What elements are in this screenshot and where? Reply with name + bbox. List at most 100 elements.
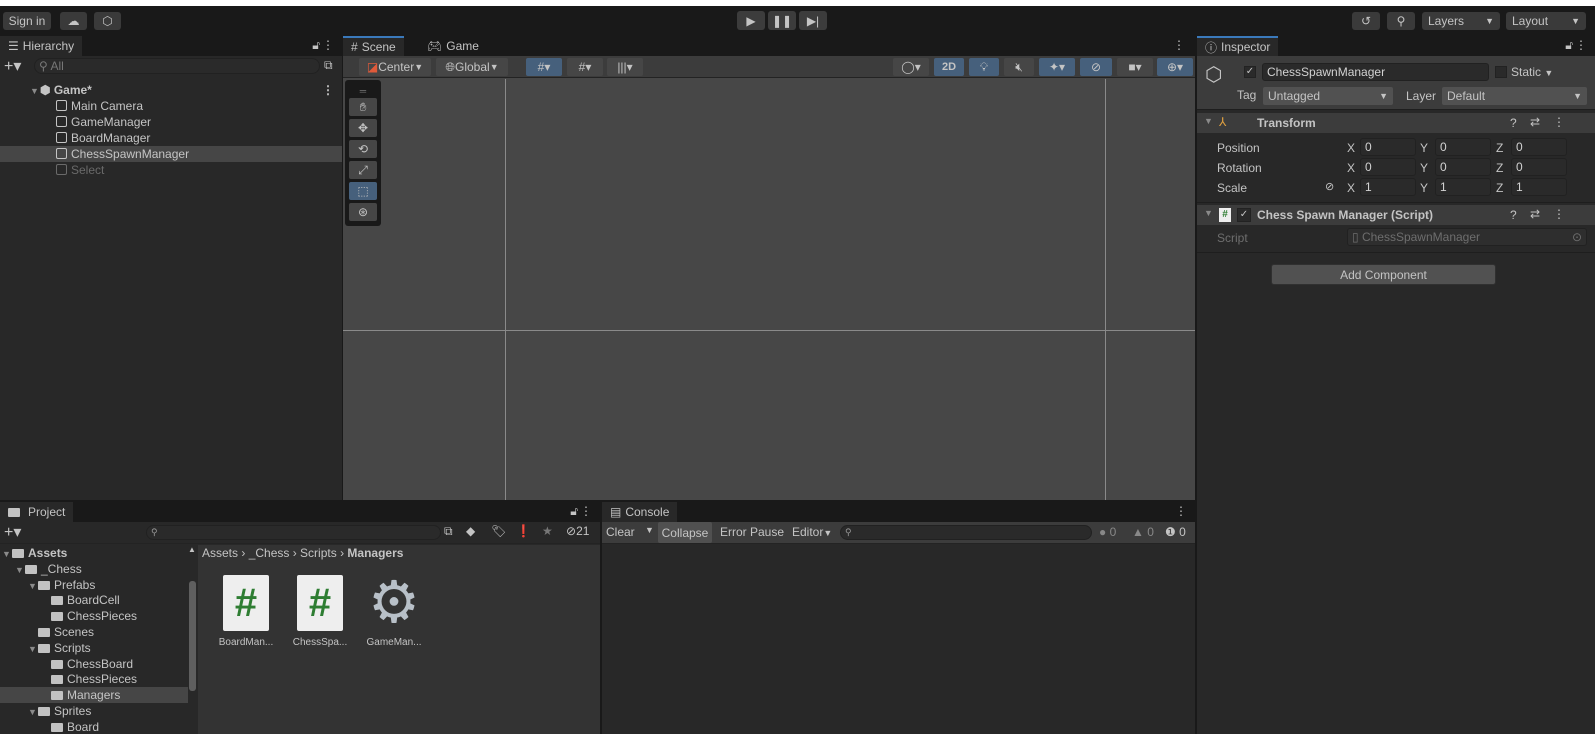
space-dropdown[interactable]: 🌐︎ Global ▼ <box>436 58 508 76</box>
visibility-icon[interactable]: ⊘ <box>1080 58 1112 76</box>
position-y-input[interactable]: 0 <box>1435 138 1491 156</box>
add-icon[interactable]: +▾ <box>4 522 21 542</box>
error-pause-toggle[interactable]: Error Pause <box>720 525 784 539</box>
rect-tool-icon[interactable]: ⬚ <box>349 182 377 200</box>
more-icon[interactable]: ⋮ <box>1553 207 1565 221</box>
asset-item[interactable]: # ChessSpa... <box>288 575 352 648</box>
filter-log-icon[interactable]: ❗ <box>516 524 531 538</box>
preset-icon[interactable]: ⇄ <box>1530 207 1540 221</box>
collab-icon[interactable]: ⬡ <box>94 12 121 30</box>
hierarchy-item[interactable]: GameManager <box>0 114 342 130</box>
add-component-button[interactable]: Add Component <box>1271 264 1496 285</box>
more-icon[interactable]: ⋮ <box>1553 115 1565 129</box>
tag-dropdown[interactable]: Untagged ▼ <box>1263 87 1393 105</box>
lock-icon[interactable]: 🔓︎ <box>312 38 320 53</box>
tab-console[interactable]: ▤ Console <box>602 502 678 522</box>
project-tree-item[interactable]: Board <box>0 719 198 734</box>
script-object-field[interactable]: ▯ ChessSpawnManager ⊙ <box>1347 228 1587 246</box>
filter-type-icon[interactable]: ◆ <box>466 524 475 538</box>
gizmos-icon[interactable]: ⊕▾ <box>1157 58 1193 76</box>
breadcrumb-item[interactable]: Scripts <box>300 546 337 560</box>
layer-dropdown[interactable]: Default ▼ <box>1442 87 1587 105</box>
script-component-header[interactable]: ▼ # ✓ Chess Spawn Manager (Script) ? ⇄ ⋮ <box>1197 205 1595 225</box>
scale-y-input[interactable]: 1 <box>1435 178 1491 196</box>
help-icon[interactable]: ? <box>1510 116 1517 130</box>
more-icon[interactable]: ⋮ <box>1175 504 1187 518</box>
project-tree-item[interactable]: ChessPieces <box>0 608 198 624</box>
project-tree-item[interactable]: ▼ _Chess <box>0 561 198 577</box>
rotation-x-input[interactable]: 0 <box>1360 158 1416 176</box>
expand-arrow-icon[interactable]: ▼ <box>28 578 38 594</box>
collapse-toggle[interactable]: Collapse <box>658 522 712 543</box>
project-tree-item[interactable]: ▼ Scripts <box>0 640 198 656</box>
filter-label-icon[interactable]: 🏷︎ <box>491 524 506 538</box>
asset-item[interactable]: # BoardMan... <box>214 575 278 648</box>
clear-button[interactable]: Clear <box>606 525 635 539</box>
lighting-icon[interactable]: 💡︎ <box>969 58 999 76</box>
cloud-icon[interactable]: ☁ <box>60 12 87 30</box>
project-tree-item[interactable]: Scenes <box>0 624 198 640</box>
expand-icon[interactable]: ⧉ <box>444 524 453 539</box>
hierarchy-item[interactable]: Main Camera <box>0 98 342 114</box>
rotation-y-input[interactable]: 0 <box>1435 158 1491 176</box>
step-icon[interactable]: ▶| <box>799 11 827 30</box>
grid-snap-button[interactable]: #▾ <box>526 58 562 76</box>
transform-header[interactable]: ▼ ⅄ Transform ? ⇄ ⋮ <box>1197 113 1595 133</box>
project-tree-item[interactable]: ▼ Assets <box>0 545 198 561</box>
hierarchy-item-selected[interactable]: ChessSpawnManager <box>0 146 342 162</box>
tab-game[interactable]: 🎮︎ Game <box>419 36 487 56</box>
project-tree-item[interactable]: ChessPieces <box>0 671 198 687</box>
clear-options-dropdown[interactable]: ▼ <box>645 525 654 535</box>
expand-arrow-icon[interactable]: ▼ <box>2 546 12 562</box>
camera-icon[interactable]: ■▾ <box>1117 58 1153 76</box>
tab-inspector[interactable]: ⓘ Inspector <box>1197 36 1279 56</box>
scale-z-input[interactable]: 1 <box>1511 178 1567 196</box>
rotation-z-input[interactable]: 0 <box>1511 158 1567 176</box>
help-icon[interactable]: ? <box>1510 208 1517 222</box>
tab-scene[interactable]: # Scene <box>343 36 404 56</box>
breadcrumb-item[interactable]: Assets <box>202 546 238 560</box>
project-search-input[interactable]: ⚲ <box>146 525 441 540</box>
tab-project[interactable]: Project <box>0 502 74 522</box>
move-tool-icon[interactable]: ✥ <box>349 119 377 137</box>
hierarchy-search-input[interactable]: ⚲ All <box>34 58 320 74</box>
console-search-input[interactable]: ⚲ <box>840 525 1092 540</box>
error-count-toggle[interactable]: ❶ 0 <box>1165 525 1186 539</box>
expand-icon[interactable]: ⧉ <box>324 58 333 73</box>
increment-snap-button[interactable]: #▾ <box>567 58 603 76</box>
more-icon[interactable]: ⋮ <box>580 504 592 518</box>
sign-in-button[interactable]: Sign in <box>3 12 51 30</box>
hidden-packages-button[interactable]: ⊘21 <box>566 524 589 538</box>
static-checkbox[interactable] <box>1495 66 1507 78</box>
project-tree-item[interactable]: BoardCell <box>0 592 198 608</box>
more-icon[interactable]: ⋮ <box>1575 38 1587 52</box>
draw-mode-button[interactable]: ◯▾ <box>893 58 929 76</box>
transform-tool-icon[interactable]: ⊛ <box>349 203 377 221</box>
project-tree-item[interactable]: ChessBoard <box>0 656 198 672</box>
hierarchy-item[interactable]: Select <box>0 162 342 178</box>
add-icon[interactable]: +▾ <box>4 56 21 76</box>
hand-tool-icon[interactable]: ✋︎ <box>349 98 377 116</box>
lock-icon[interactable]: 🔓︎ <box>1565 38 1573 53</box>
audio-icon[interactable]: 🔇︎ <box>1004 58 1034 76</box>
pause-icon[interactable]: ❚❚ <box>768 11 796 30</box>
scene-row[interactable]: ▼⬢ Game* ⋮ <box>0 82 342 98</box>
project-tree-item[interactable]: ▼ Prefabs <box>0 577 198 593</box>
layout-dropdown[interactable]: Layout ▼ <box>1506 12 1586 30</box>
expand-arrow-icon[interactable]: ▼ <box>28 641 38 657</box>
favorite-icon[interactable]: ★ <box>542 524 553 538</box>
search-icon[interactable]: ⚲ <box>1387 12 1415 30</box>
editor-dropdown[interactable]: Editor▼ <box>792 525 832 539</box>
project-tree-item[interactable]: ▼ Sprites <box>0 703 198 719</box>
constrain-proportions-icon[interactable]: ⊘ <box>1325 180 1334 193</box>
pivot-dropdown[interactable]: ◪ Center ▼ <box>359 58 431 76</box>
scale-x-input[interactable]: 1 <box>1360 178 1416 196</box>
position-x-input[interactable]: 0 <box>1360 138 1416 156</box>
log-count-toggle[interactable]: ● 0 <box>1099 525 1116 539</box>
2d-toggle[interactable]: 2D <box>934 58 964 76</box>
play-icon[interactable]: ▶ <box>737 11 765 30</box>
lock-icon[interactable]: 🔓︎ <box>570 504 578 519</box>
warning-count-toggle[interactable]: ▲ 0 <box>1132 525 1154 539</box>
rotate-tool-icon[interactable]: ⟲ <box>349 140 377 158</box>
project-tree-item[interactable]: Managers <box>0 687 198 704</box>
